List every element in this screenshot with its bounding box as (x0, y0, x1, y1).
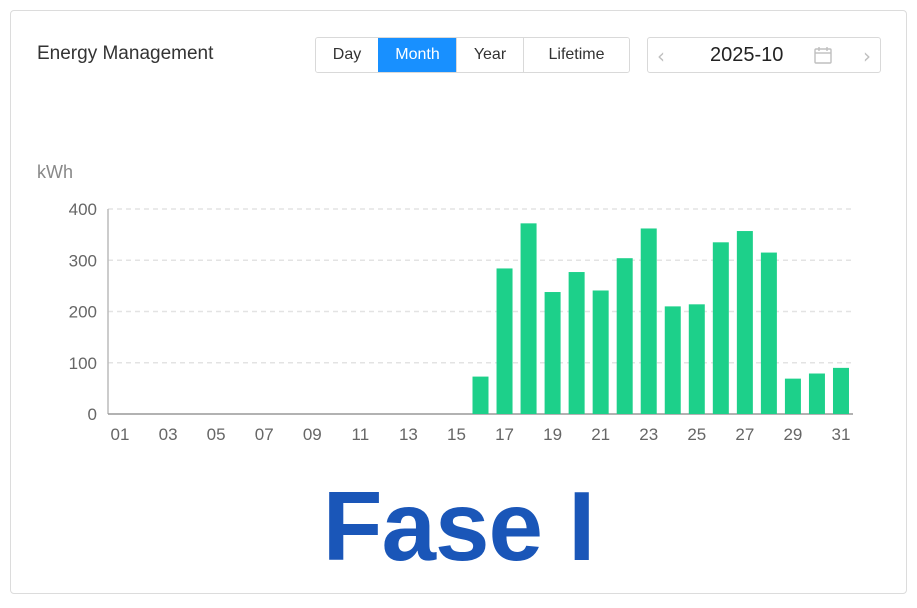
x-tick-label: 17 (495, 425, 514, 444)
y-axis-label: kWh (37, 162, 73, 182)
y-tick-label: 0 (88, 405, 97, 424)
bar-day-23 (640, 228, 657, 414)
bar-day-17 (496, 268, 513, 414)
x-tick-label: 31 (832, 425, 851, 444)
x-tick-label: 03 (159, 425, 178, 444)
bar-day-28 (760, 252, 777, 414)
overlay-caption: Fase I (322, 471, 596, 581)
x-tick-label: 23 (639, 425, 658, 444)
bar-day-21 (592, 290, 609, 414)
bar-day-29 (784, 378, 801, 414)
bar-day-25 (688, 304, 705, 414)
bar-day-22 (616, 258, 633, 414)
bar-day-18 (520, 223, 537, 414)
bar-day-27 (736, 231, 753, 414)
x-tick-label: 01 (111, 425, 130, 444)
x-tick-label: 05 (207, 425, 226, 444)
x-tick-label: 21 (591, 425, 610, 444)
y-tick-label: 100 (69, 354, 97, 373)
x-tick-label: 19 (543, 425, 562, 444)
x-tick-label: 11 (352, 425, 370, 444)
y-tick-label: 200 (69, 303, 97, 322)
y-tick-label: 300 (69, 251, 97, 270)
bar-day-30 (808, 373, 825, 414)
bar-day-20 (568, 272, 585, 414)
bar-day-16 (472, 376, 489, 414)
bar-day-24 (664, 306, 681, 414)
x-tick-label: 25 (687, 425, 706, 444)
bar-day-19 (544, 292, 561, 414)
x-tick-label: 29 (783, 425, 802, 444)
energy-bar-chart: kWh 0 100 200 300 400 01 03 05 07 09 11 13 15 17 19 21 23… (37, 162, 853, 444)
x-tick-label: 27 (735, 425, 754, 444)
y-tick-label: 400 (69, 200, 97, 219)
x-tick-label: 13 (399, 425, 418, 444)
x-tick-label: 09 (303, 425, 322, 444)
x-tick-label: 15 (447, 425, 466, 444)
bar-day-31 (832, 367, 849, 414)
bar-day-26 (712, 242, 729, 414)
x-tick-label: 07 (255, 425, 274, 444)
